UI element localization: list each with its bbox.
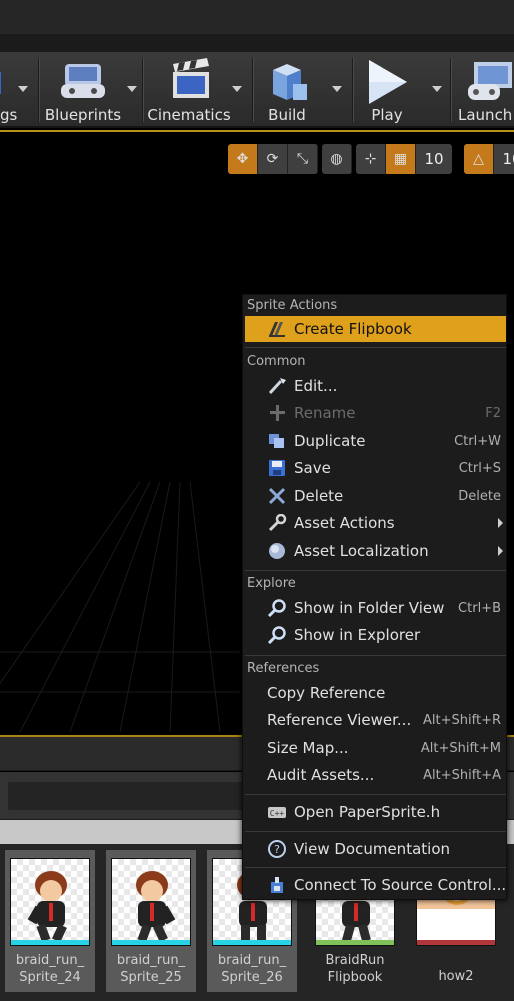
rotation-snap-icon[interactable]: △ (464, 144, 494, 174)
save-icon (269, 460, 285, 476)
asset-context-menu: Sprite Actions Create Flipbook Common Ed… (242, 294, 507, 900)
clapperboard-icon (173, 58, 209, 98)
main-toolbar: gs Blueprints Cinematics Build Play Laun… (0, 52, 514, 128)
grid-snap-icon[interactable]: ▦ (386, 144, 416, 174)
menu-item-show-in-folder-view[interactable]: Show in Folder View Ctrl+B (245, 595, 506, 621)
menu-item-size-map[interactable]: Size Map... Alt+Shift+M (245, 735, 506, 761)
launch-label: Launch (458, 106, 513, 124)
asset-type-bar (11, 940, 89, 945)
code-file-icon: C++ (268, 807, 286, 818)
sprite-thumbnail (111, 858, 191, 946)
section-heading-common: Common (247, 354, 306, 369)
menu-item-delete[interactable]: Delete Delete (245, 483, 506, 509)
help-icon: ? (268, 840, 286, 858)
asset-name: braid_run_ Sprite_26 (217, 953, 287, 985)
coord-space-toggle: ◍ (322, 144, 352, 174)
edit-icon (268, 378, 286, 395)
menu-item-reference-viewer[interactable]: Reference Viewer... Alt+Shift+R (245, 707, 506, 733)
rotation-snap-group: △ 10 (464, 144, 514, 174)
menu-item-open-source-file[interactable]: C++ Open PaperSprite.h (245, 799, 506, 825)
sprite-thumbnail (10, 858, 90, 946)
cinematics-caret-icon[interactable] (232, 86, 242, 92)
magnifier-icon (267, 599, 286, 617)
menu-item-save[interactable]: Save Ctrl+S (245, 455, 506, 481)
menu-item-edit[interactable]: Edit... (245, 373, 506, 399)
transform-tools: ✥ ⟳ ⤡ (228, 144, 318, 174)
asset-name: braid_run_ Sprite_24 (15, 953, 85, 985)
cinematics-button[interactable]: Cinematics (144, 52, 234, 128)
menu-item-show-in-explorer[interactable]: Show in Explorer (245, 622, 506, 648)
asset-type-bar (213, 940, 291, 945)
blueprints-button[interactable]: Blueprints (40, 52, 126, 128)
wrench-icon (268, 514, 287, 532)
asset-tile[interactable]: braid_run_ Sprite_24 (5, 850, 95, 992)
menu-item-duplicate[interactable]: Duplicate Ctrl+W (245, 428, 506, 454)
magnifier-icon (267, 626, 286, 644)
asset-type-bar (316, 940, 394, 945)
flipbook-icon (269, 322, 285, 337)
menu-item-view-documentation[interactable]: ? View Documentation (245, 836, 506, 862)
grid-snap-value[interactable]: 10 (416, 144, 452, 174)
settings-icon (0, 72, 1, 94)
surface-snap-icon[interactable]: ⊹ (356, 144, 386, 174)
menu-item-asset-localization[interactable]: Asset Localization (245, 538, 506, 564)
menu-item-copy-reference[interactable]: Copy Reference (245, 680, 506, 706)
rotation-snap-value[interactable]: 10 (494, 144, 514, 174)
section-heading-sprite-actions: Sprite Actions (247, 298, 338, 313)
submenu-arrow-icon (498, 546, 503, 556)
menu-item-audit-assets[interactable]: Audit Assets... Alt+Shift+A (245, 762, 506, 788)
title-strip (0, 0, 514, 52)
build-button[interactable]: Build (254, 52, 320, 128)
settings-label: gs (0, 106, 18, 124)
play-caret-icon[interactable] (432, 86, 442, 92)
play-label: Play (371, 106, 403, 124)
play-icon (369, 60, 407, 104)
grid-snap-group: ⊹ ▦ 10 (356, 144, 452, 174)
menu-item-connect-source-control[interactable]: Connect To Source Control... (245, 872, 506, 898)
scale-tool-icon[interactable]: ⤡ (288, 144, 318, 174)
cinematics-label: Cinematics (147, 106, 231, 124)
menu-item-rename[interactable]: Rename F2 (245, 400, 506, 426)
settings-caret-icon[interactable] (18, 86, 28, 92)
svg-text:?: ? (274, 843, 280, 856)
source-control-icon (271, 877, 283, 893)
rename-icon (270, 405, 285, 421)
asset-name: BraidRun Flipbook (325, 953, 385, 985)
duplicate-icon (269, 434, 284, 448)
asset-name: how2 (438, 969, 474, 984)
build-caret-icon[interactable] (332, 86, 342, 92)
asset-tile[interactable]: braid_run_ Sprite_25 (106, 850, 196, 992)
svg-text:C++: C++ (270, 809, 285, 818)
menu-item-asset-actions[interactable]: Asset Actions (245, 510, 506, 536)
blueprints-label: Blueprints (44, 106, 122, 124)
world-globe-icon[interactable]: ◍ (322, 144, 352, 174)
menu-item-create-flipbook[interactable]: Create Flipbook (245, 316, 506, 342)
delete-icon (268, 487, 286, 505)
section-heading-explore: Explore (247, 576, 296, 591)
play-button[interactable]: Play (354, 52, 420, 128)
translate-tool-icon[interactable]: ✥ (228, 144, 258, 174)
blueprints-caret-icon[interactable] (127, 86, 137, 92)
blueprints-icon (61, 64, 105, 98)
section-heading-references: References (247, 661, 320, 676)
rotate-tool-icon[interactable]: ⟳ (258, 144, 288, 174)
globe-icon (269, 543, 285, 559)
launch-gamepad-icon (468, 62, 512, 100)
asset-name: braid_run_ Sprite_25 (116, 953, 186, 985)
asset-type-bar (417, 940, 495, 945)
build-label: Build (268, 106, 306, 124)
submenu-arrow-icon (498, 518, 503, 528)
build-blocks-icon (273, 64, 307, 100)
asset-type-bar (112, 940, 190, 945)
launch-button[interactable]: Launch (452, 52, 514, 128)
